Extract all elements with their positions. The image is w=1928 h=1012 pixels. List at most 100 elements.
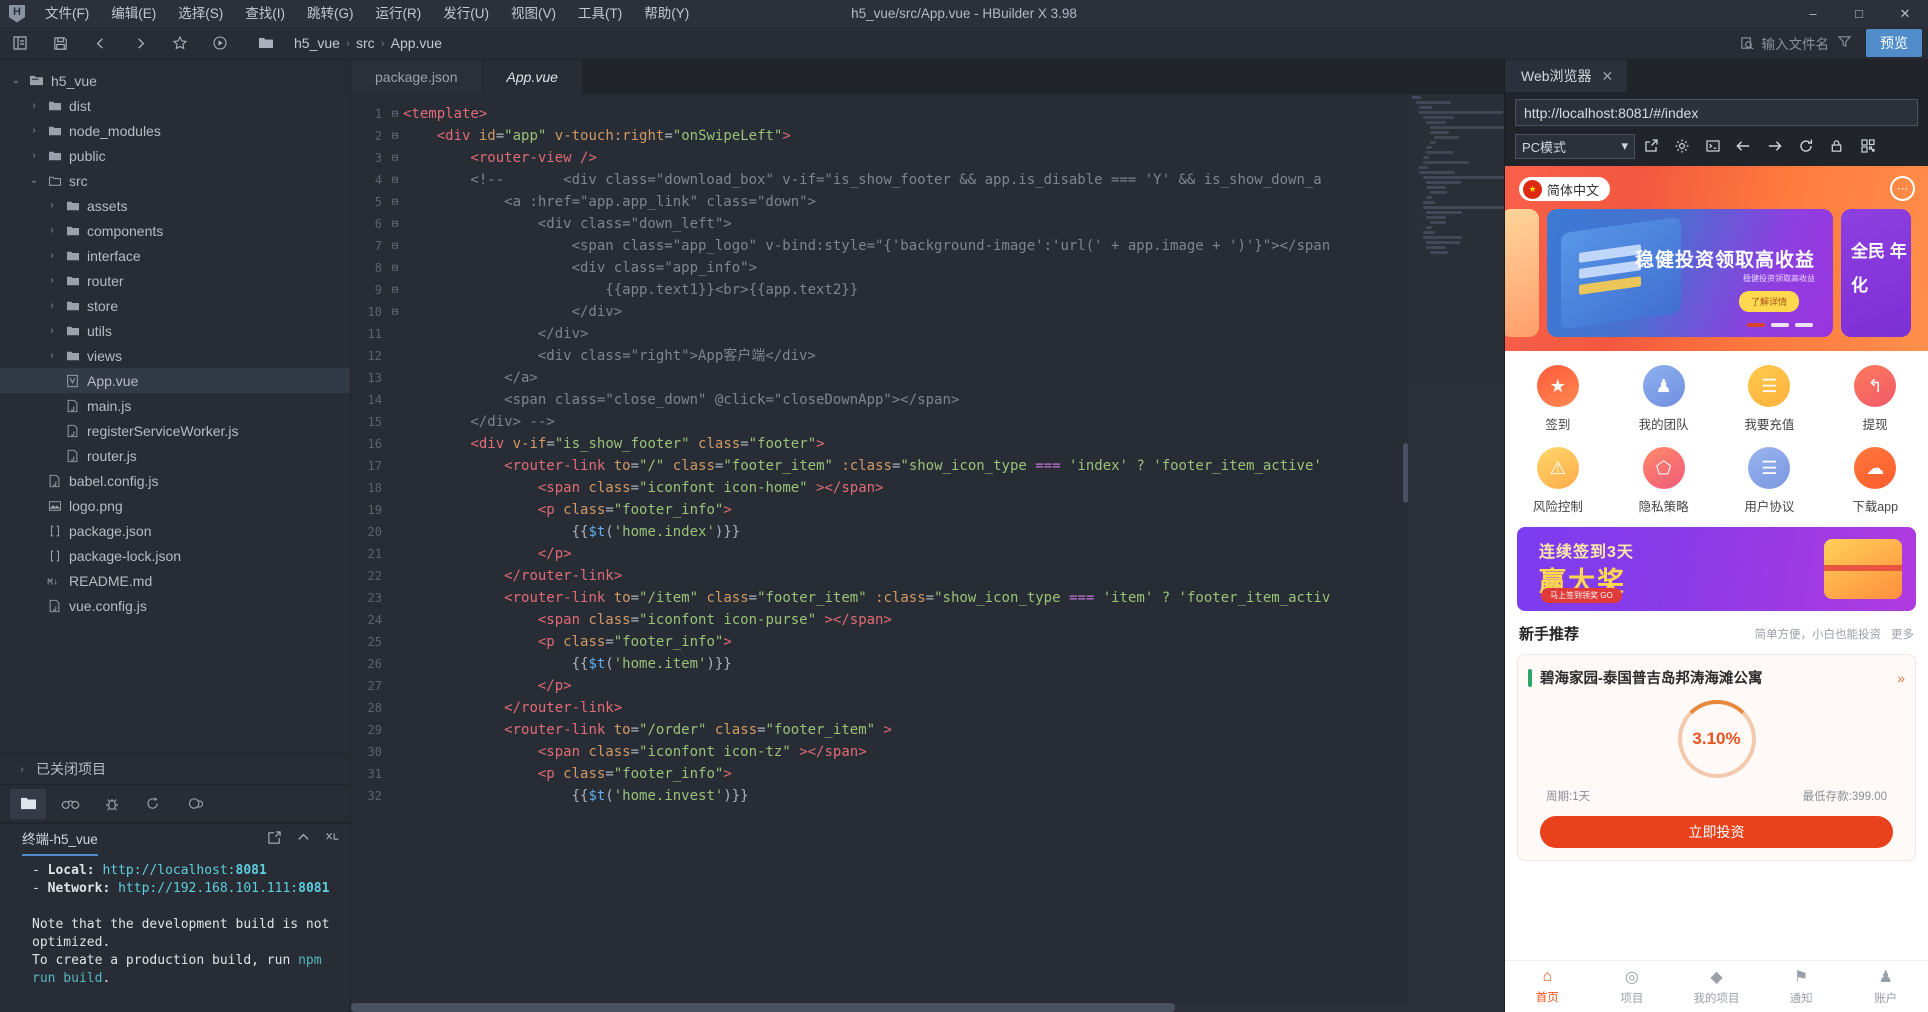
hero-carousel[interactable]: 稳健投资领取高收益 稳健投资领取高收益 了解详情 全民 年化 bbox=[1505, 208, 1928, 338]
carousel-slide-prev[interactable] bbox=[1505, 209, 1539, 337]
tree-item-dist[interactable]: › dist bbox=[0, 93, 350, 118]
quick-action-4[interactable]: ⚠ 风险控制 bbox=[1505, 447, 1611, 515]
quick-action-3[interactable]: ↰ 提现 bbox=[1822, 365, 1928, 433]
editor-tab-app-vue[interactable]: App.vue bbox=[482, 60, 583, 94]
close-icon[interactable]: ✕ bbox=[1602, 68, 1614, 85]
quick-action-2[interactable]: ☰ 我要充值 bbox=[1717, 365, 1823, 433]
cloud-icon[interactable] bbox=[178, 789, 214, 819]
console-icon[interactable] bbox=[1697, 133, 1728, 159]
tree-item-utils[interactable]: › utils bbox=[0, 318, 350, 343]
carousel-dot[interactable] bbox=[1771, 323, 1789, 327]
fold-toggle[interactable]: ⊟ bbox=[387, 279, 403, 301]
tree-item-node-modules[interactable]: › node_modules bbox=[0, 118, 350, 143]
menu-item-5[interactable]: 运行(R) bbox=[365, 0, 433, 27]
fold-gutter[interactable]: ⊟ ⊟ ⊟ ⊟ ⊟ ⊟ ⊟ ⊟ ⊟ ⊟ bbox=[387, 94, 403, 1012]
fold-toggle[interactable]: ⊟ bbox=[387, 213, 403, 235]
close-terminal-icon[interactable] bbox=[325, 830, 340, 848]
tree-item-assets[interactable]: › assets bbox=[0, 193, 350, 218]
tree-item-interface[interactable]: › interface bbox=[0, 243, 350, 268]
fold-toggle[interactable]: ⊟ bbox=[387, 103, 403, 125]
tree-item-public[interactable]: › public bbox=[0, 143, 350, 168]
tree-item-registerserviceworker-js[interactable]: ›registerServiceWorker.js bbox=[0, 418, 350, 443]
tree-item-store[interactable]: › store bbox=[0, 293, 350, 318]
menu-item-3[interactable]: 查找(I) bbox=[234, 0, 296, 27]
minimize-button[interactable]: – bbox=[1790, 0, 1836, 27]
browser-tab[interactable]: Web浏览器 ✕ bbox=[1505, 60, 1628, 92]
preview-button[interactable]: 预览 bbox=[1866, 29, 1922, 57]
tree-item-components[interactable]: › components bbox=[0, 218, 350, 243]
code-content[interactable]: <template> <div id="app" v-touch:right="… bbox=[403, 94, 1504, 1012]
signin-banner-pill[interactable]: 马上签到领奖 GO bbox=[1541, 588, 1622, 603]
save-icon[interactable] bbox=[40, 27, 80, 60]
chevron-right-icon[interactable]: » bbox=[1897, 670, 1905, 686]
run-icon[interactable] bbox=[136, 789, 172, 819]
chevron-right-icon[interactable]: › bbox=[46, 225, 58, 236]
tree-item-babel-config-js[interactable]: ›babel.config.js bbox=[0, 468, 350, 493]
chevron-right-icon[interactable]: › bbox=[28, 150, 40, 161]
tree-item-router-js[interactable]: ›router.js bbox=[0, 443, 350, 468]
collapse-terminal-icon[interactable] bbox=[296, 830, 311, 848]
menu-item-2[interactable]: 选择(S) bbox=[167, 0, 234, 27]
quick-action-6[interactable]: ☰ 用户协议 bbox=[1717, 447, 1823, 515]
slide-cta-button[interactable]: 了解详情 bbox=[1738, 291, 1799, 312]
browser-viewport[interactable]: ★ 简体中文 ⋯ 稳健投资领取高收益 稳健投资领取高收益 了解详情 全民 年化 … bbox=[1505, 166, 1928, 1012]
tree-item-h5-vue[interactable]: ⌄ h5_vue bbox=[0, 68, 350, 93]
fold-toggle[interactable]: ⊟ bbox=[387, 125, 403, 147]
tree-item-src[interactable]: ⌄ src bbox=[0, 168, 350, 193]
project-folder-icon[interactable] bbox=[246, 27, 286, 60]
chat-bubble-icon[interactable]: ⋯ bbox=[1890, 176, 1915, 201]
toggle-sidebar-icon[interactable] bbox=[0, 27, 40, 60]
quick-action-1[interactable]: ♟ 我的团队 bbox=[1611, 365, 1717, 433]
menu-item-8[interactable]: 工具(T) bbox=[567, 0, 633, 27]
bottom-tab-4[interactable]: ♟ 账户 bbox=[1843, 961, 1928, 1012]
carousel-dot[interactable] bbox=[1795, 323, 1813, 327]
code-editor[interactable]: 1 2 3 4 5 6 7 8 9 10 11 12 13 14 15 16 17 18 19 20 21 22 23 24 2… bbox=[351, 94, 1504, 1012]
fold-toggle[interactable]: ⊟ bbox=[387, 147, 403, 169]
run-icon[interactable] bbox=[200, 27, 240, 60]
chevron-right-icon[interactable]: › bbox=[28, 125, 40, 136]
fold-toggle[interactable]: ⊟ bbox=[387, 257, 403, 279]
device-mode-select[interactable]: PC模式 ▾ bbox=[1515, 133, 1635, 159]
menu-item-0[interactable]: 文件(F) bbox=[34, 0, 100, 27]
terminal-output[interactable]: - Local: http://localhost:8081 - Network… bbox=[0, 856, 350, 1012]
favorite-star-icon[interactable] bbox=[160, 27, 200, 60]
chevron-right-icon[interactable]: › bbox=[46, 325, 58, 336]
menu-item-1[interactable]: 编辑(E) bbox=[100, 0, 167, 27]
tree-item-app-vue[interactable]: ›App.vue bbox=[0, 368, 350, 393]
qr-icon[interactable] bbox=[1852, 133, 1883, 159]
menu-item-4[interactable]: 跳转(G) bbox=[296, 0, 365, 27]
fold-toggle[interactable]: ⊟ bbox=[387, 235, 403, 257]
carousel-dot[interactable] bbox=[1747, 323, 1765, 327]
menu-item-7[interactable]: 视图(V) bbox=[500, 0, 567, 27]
filter-icon[interactable] bbox=[1837, 34, 1852, 52]
open-external-icon[interactable] bbox=[1635, 133, 1666, 159]
chevron-down-icon[interactable]: ⌄ bbox=[10, 75, 22, 86]
back-icon[interactable] bbox=[1728, 133, 1759, 159]
terminal-tab[interactable]: 终端-h5_vue bbox=[22, 828, 98, 856]
menu-item-6[interactable]: 发行(U) bbox=[432, 0, 500, 27]
back-icon[interactable] bbox=[80, 27, 120, 60]
tree-item-router[interactable]: › router bbox=[0, 268, 350, 293]
tree-item-main-js[interactable]: ›main.js bbox=[0, 393, 350, 418]
chevron-down-icon[interactable]: ⌄ bbox=[28, 175, 40, 186]
closed-projects-row[interactable]: › 已关闭项目 bbox=[0, 753, 350, 784]
chevron-right-icon[interactable]: › bbox=[46, 300, 58, 311]
tree-item-views[interactable]: › views bbox=[0, 343, 350, 368]
carousel-slide-next[interactable]: 全民 年化 bbox=[1841, 209, 1911, 337]
lock-icon[interactable] bbox=[1821, 133, 1852, 159]
language-selector[interactable]: ★ 简体中文 bbox=[1519, 177, 1611, 201]
tree-item-logo-png[interactable]: ›logo.png bbox=[0, 493, 350, 518]
breadcrumb-item-0[interactable]: h5_vue bbox=[294, 35, 340, 51]
debug-icon[interactable] bbox=[94, 789, 130, 819]
fold-toggle[interactable]: ⊟ bbox=[387, 169, 403, 191]
files-icon[interactable] bbox=[10, 788, 46, 819]
settings-icon[interactable] bbox=[1666, 133, 1697, 159]
signin-banner[interactable]: 连续签到3天 赢大奖 马上签到领奖 GO bbox=[1517, 527, 1916, 611]
tree-item-package-lock-json[interactable]: ›package-lock.json bbox=[0, 543, 350, 568]
bottom-tab-1[interactable]: ◎ 项目 bbox=[1590, 961, 1675, 1012]
editor-horizontal-scrollbar[interactable] bbox=[351, 1003, 1408, 1012]
tree-item-readme-md[interactable]: ›M↓README.md bbox=[0, 568, 350, 593]
fold-toggle[interactable]: ⊟ bbox=[387, 301, 403, 323]
reload-icon[interactable] bbox=[1790, 133, 1821, 159]
quick-action-5[interactable]: ⬠ 隐私策略 bbox=[1611, 447, 1717, 515]
